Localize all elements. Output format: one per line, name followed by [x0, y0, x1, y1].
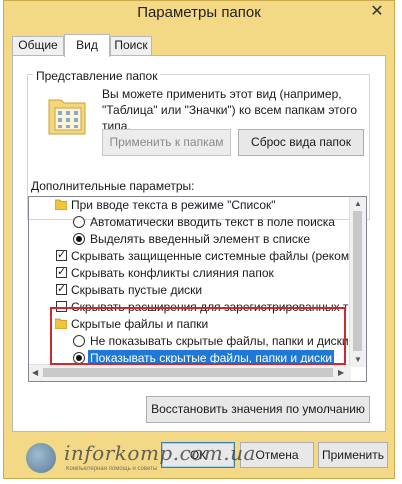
vertical-scrollbar[interactable]: ▲ ▼	[349, 197, 366, 367]
tree-item-label: Скрывать защищенные системные файлы (рек…	[71, 249, 363, 263]
advanced-settings-label: Дополнительные параметры:	[31, 179, 195, 193]
scroll-right-icon[interactable]: ▶	[338, 368, 344, 377]
watermark-subtext: Компьютерная помощь и советы	[66, 466, 158, 472]
tree-item-label: При вводе текста в режиме "Список"	[71, 198, 276, 212]
tree-item-label: Выделять введенный элемент в списке	[90, 232, 310, 246]
folder-icon	[55, 318, 67, 329]
checkbox-unchecked[interactable]	[56, 301, 67, 312]
scroll-up-icon[interactable]: ▲	[354, 199, 362, 208]
tree-item-label: Скрывать конфликты слияния папок	[71, 266, 274, 280]
tree-item-label: Скрывать расширения для зарегистрированн…	[71, 300, 367, 314]
tree-item-label: Автоматически вводить текст в поле поиск…	[90, 215, 335, 229]
watermark-logo-icon	[26, 443, 56, 473]
tree-item-label: Скрытые файлы и папки	[71, 317, 209, 331]
tab-view[interactable]: Вид	[64, 34, 110, 57]
watermark-text: inforkomp.com.ua	[64, 441, 256, 465]
title-bar[interactable]: Параметры папок ✕	[4, 1, 394, 29]
radio-button-selected[interactable]	[73, 233, 85, 245]
horizontal-scrollbar[interactable]: ◀ ▶	[29, 364, 351, 381]
tree-item-label: Скрывать пустые диски	[71, 283, 203, 297]
radio-button[interactable]	[73, 216, 85, 228]
view-tab-panel: Представление папок Вы можете применить …	[12, 55, 386, 432]
scrollbar-thumb[interactable]	[43, 368, 333, 377]
checkbox-checked[interactable]: ✓	[56, 267, 67, 278]
close-button[interactable]: ✕	[370, 4, 384, 20]
checkbox-checked[interactable]: ✓	[56, 284, 67, 295]
folder-view-description: Вы можете применить этот вид (например, …	[102, 87, 357, 133]
radio-button-selected[interactable]	[73, 352, 85, 364]
advanced-settings-tree[interactable]: При вводе текста в режиме "Список" Автом…	[28, 196, 367, 382]
tab-search[interactable]: Поиск	[110, 36, 152, 55]
scroll-left-icon[interactable]: ◀	[32, 368, 38, 377]
folder-options-window: Параметры папок ✕ Общие Вид Поиск Предст…	[3, 0, 395, 479]
reset-folders-button[interactable]: Сброс вида папок	[238, 129, 364, 156]
scrollbar-thumb[interactable]	[353, 211, 362, 351]
folder-icon	[55, 199, 67, 210]
restore-defaults-button[interactable]: Восстановить значения по умолчанию	[146, 396, 370, 423]
folder-view-icon	[48, 99, 86, 135]
watermark: inforkomp.com.ua Компьютерная помощь и с…	[26, 439, 255, 479]
apply-button[interactable]: Применить	[318, 442, 388, 468]
folder-view-group-label: Представление папок	[33, 69, 161, 83]
scroll-down-icon[interactable]: ▼	[354, 355, 362, 364]
checkbox-checked[interactable]: ✓	[56, 250, 67, 261]
radio-button[interactable]	[73, 335, 85, 347]
apply-to-folders-button[interactable]: Применить к папкам	[102, 129, 231, 156]
tree-item-label: Не показывать скрытые файлы, папки и дис…	[90, 334, 349, 348]
window-title: Параметры папок	[137, 4, 261, 21]
tab-general[interactable]: Общие	[12, 36, 64, 55]
